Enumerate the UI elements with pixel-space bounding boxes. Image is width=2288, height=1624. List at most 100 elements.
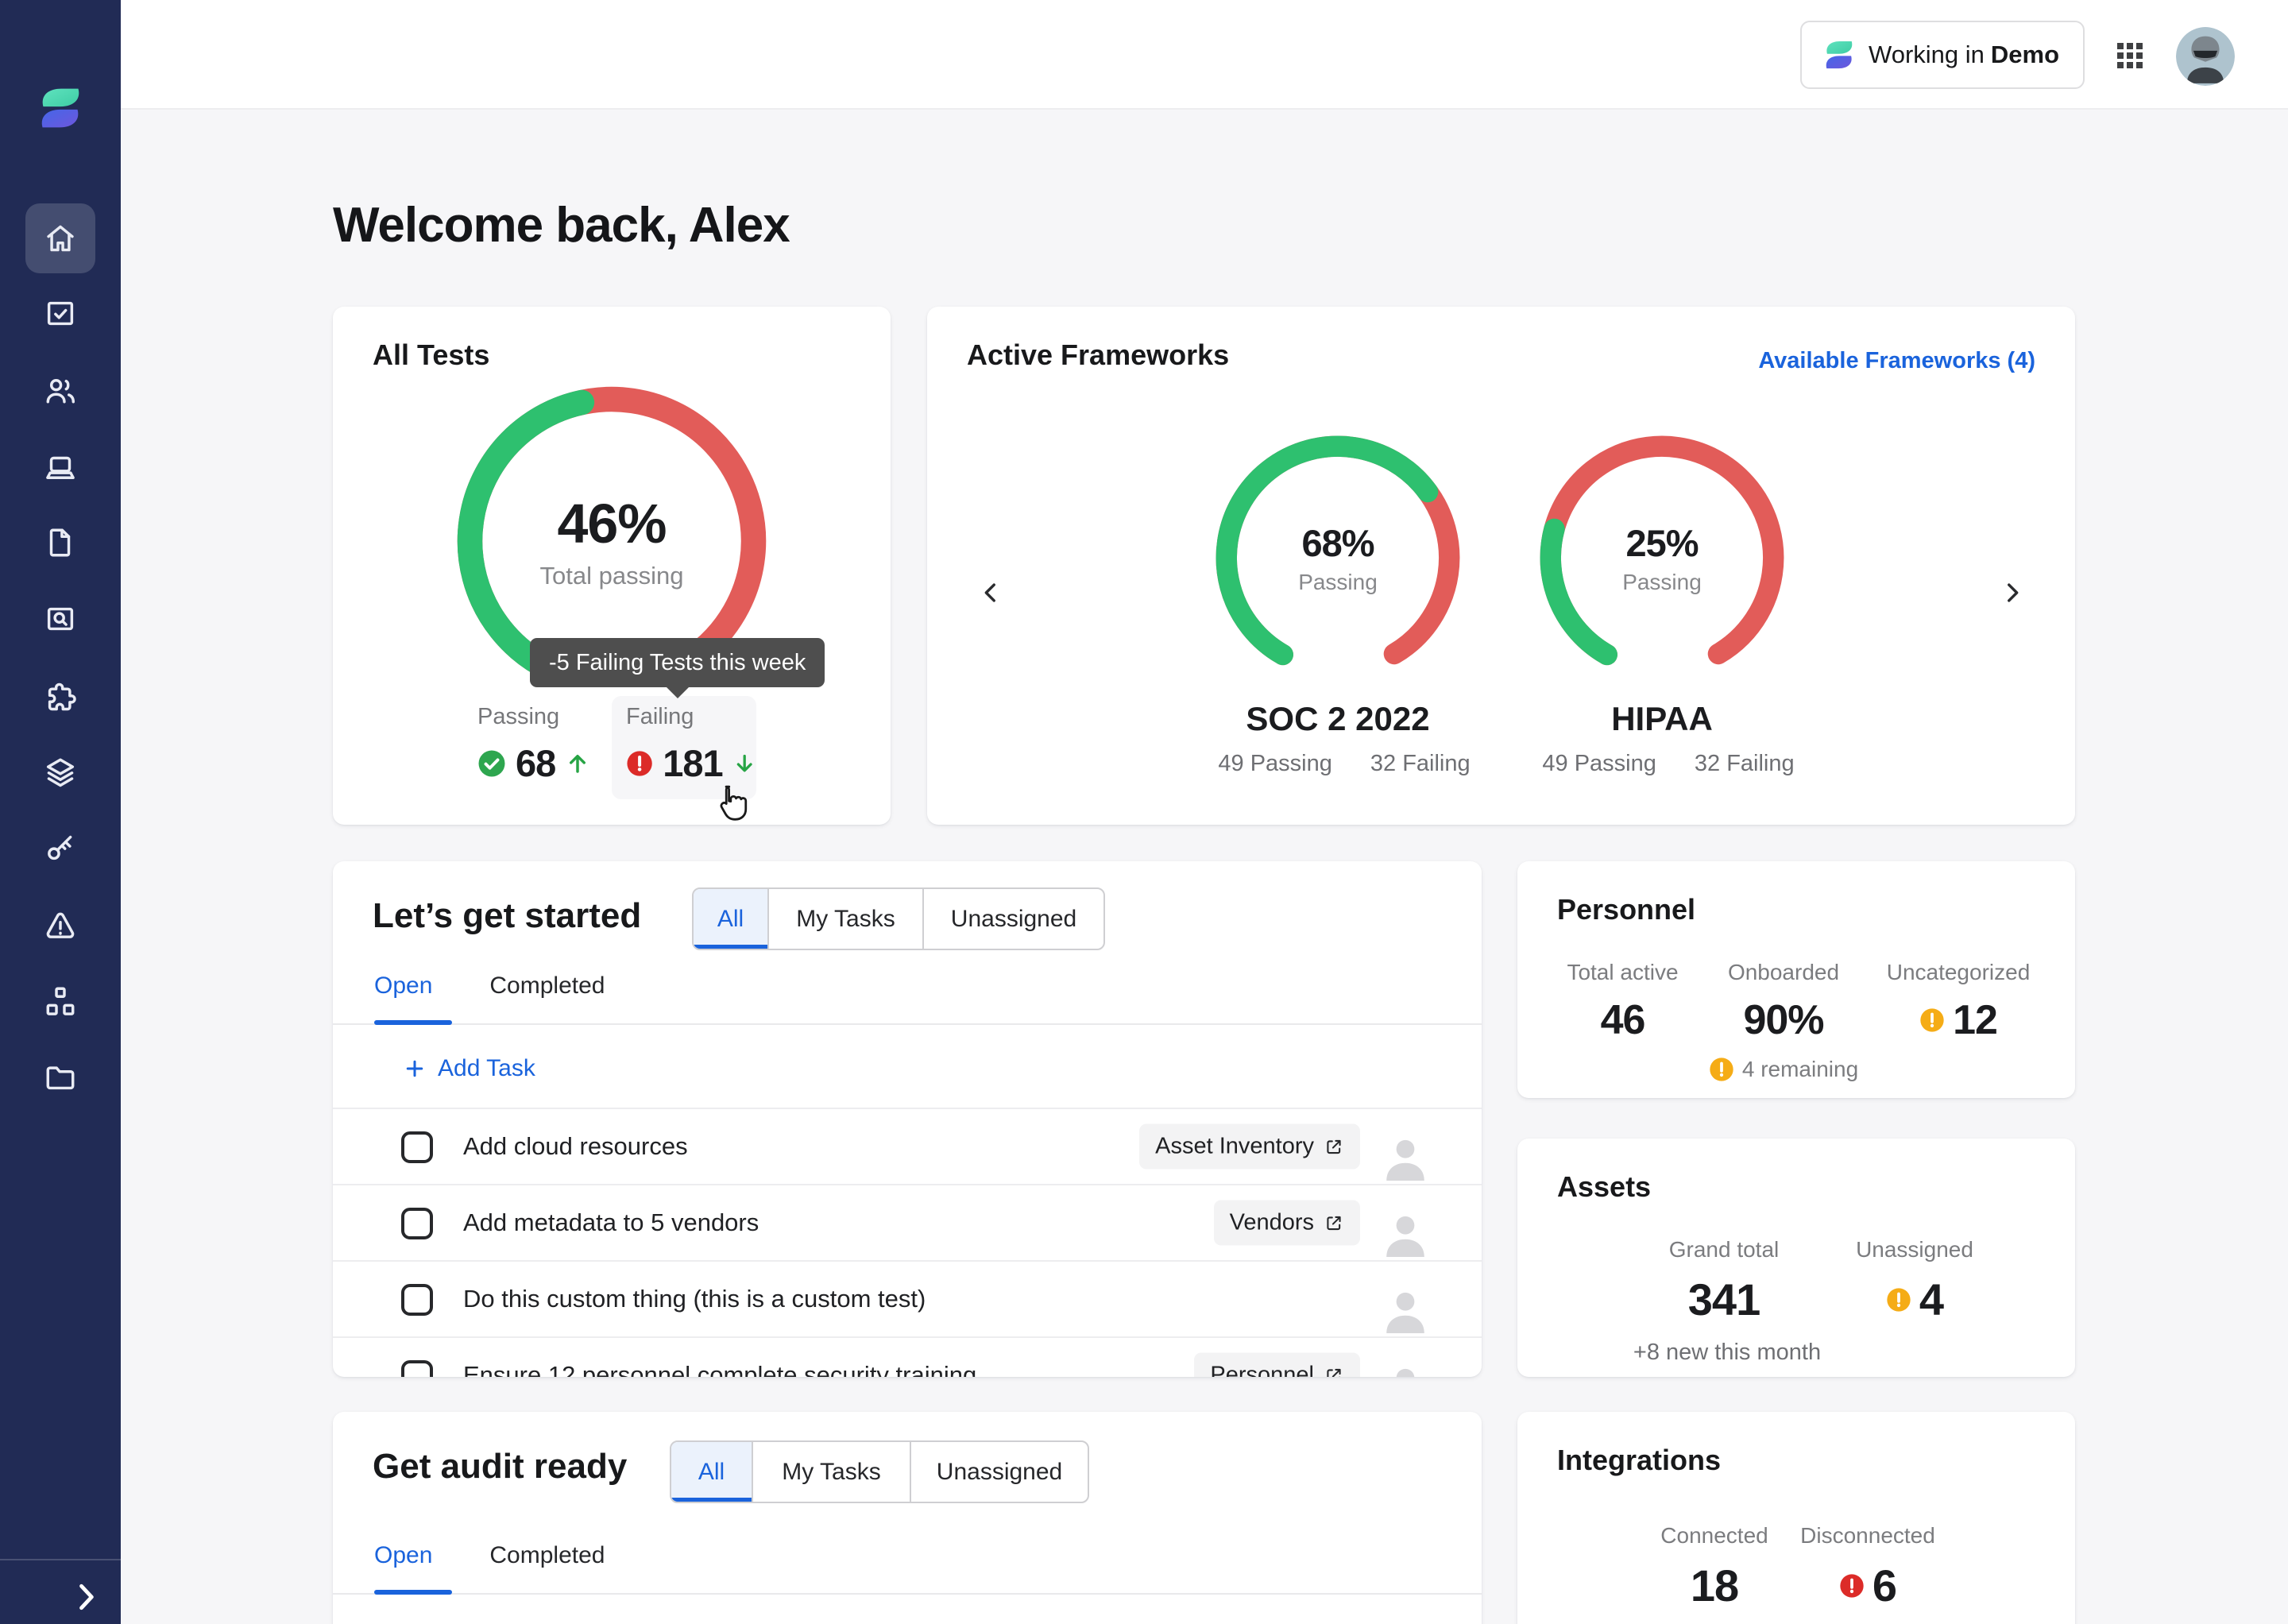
sidebar xyxy=(0,0,121,1624)
task-row: Ensure 12 personnel complete security tr… xyxy=(333,1336,1482,1377)
assignee-avatar[interactable] xyxy=(1381,1190,1430,1257)
task-row: Do this custom thing (this is a custom t… xyxy=(333,1260,1482,1336)
personnel-title: Personnel xyxy=(1557,893,1695,926)
assets-title: Assets xyxy=(1557,1170,1651,1204)
tab-completed[interactable]: Completed xyxy=(489,1542,605,1569)
assets-card: Assets Grand total 341 +8 new this month… xyxy=(1517,1139,2075,1377)
task-checkbox[interactable] xyxy=(401,1284,433,1316)
task-checkbox[interactable] xyxy=(401,1360,433,1377)
assets-trend: +8 new this month xyxy=(1637,1340,1811,1366)
add-task-button[interactable]: Add Task xyxy=(403,1055,535,1082)
filter-all[interactable]: All xyxy=(671,1442,752,1502)
audit-filter: All My Tasks Unassigned xyxy=(670,1440,1089,1503)
sidebar-item-access[interactable] xyxy=(25,813,95,883)
tab-completed[interactable]: Completed xyxy=(489,972,605,1000)
sidebar-item-home[interactable] xyxy=(25,203,95,273)
task-link-personnel[interactable]: Personnel xyxy=(1194,1353,1360,1378)
carousel-prev-button[interactable] xyxy=(973,570,1008,615)
assignee-avatar[interactable] xyxy=(1381,1343,1430,1377)
all-tests-title: All Tests xyxy=(373,338,489,372)
apps-grid-button[interactable] xyxy=(2116,41,2144,70)
warning-circle-icon xyxy=(1886,1287,1911,1313)
key-icon xyxy=(42,829,79,866)
external-link-icon xyxy=(1324,1136,1344,1157)
personnel-card: Personnel Total active 46 Onboarded 90% … xyxy=(1517,861,2075,1098)
sidebar-divider xyxy=(0,1559,121,1560)
warning-triangle-icon xyxy=(42,907,79,944)
filter-unassigned[interactable]: Unassigned xyxy=(922,889,1103,949)
divider xyxy=(333,1593,1482,1595)
checkbox-icon xyxy=(42,296,79,332)
home-icon xyxy=(42,220,79,257)
task-checkbox[interactable] xyxy=(401,1208,433,1239)
active-tab-underline xyxy=(374,1020,452,1025)
tab-open[interactable]: Open xyxy=(374,1542,432,1569)
integrations-disconnected: Disconnected 6 xyxy=(1792,1523,1943,1611)
plus-icon xyxy=(403,1057,427,1081)
sidebar-item-risk[interactable] xyxy=(25,891,95,961)
all-tests-card: All Tests 46% Total passing -5 Failing T… xyxy=(333,307,891,825)
topbar: Working inDemo xyxy=(121,0,2288,110)
sidebar-item-frameworks[interactable] xyxy=(25,737,95,807)
available-frameworks-link[interactable]: Available Frameworks (4) xyxy=(1758,348,2035,374)
integrations-title: Integrations xyxy=(1557,1444,1721,1477)
get-started-filter: All My Tasks Unassigned xyxy=(692,887,1105,950)
framework-stats: 49 Passing 32 Failing xyxy=(1207,751,1469,777)
folder-icon xyxy=(42,1059,79,1096)
assignee-avatar[interactable] xyxy=(1381,1266,1430,1333)
integrations-card: Integrations Connected 18 Disconnected 6 xyxy=(1517,1412,2075,1624)
filter-my-tasks[interactable]: My Tasks xyxy=(767,889,922,949)
integrations-connected: Connected 18 xyxy=(1635,1523,1794,1611)
external-link-icon xyxy=(1324,1212,1344,1233)
page-title: Welcome back, Alex xyxy=(333,197,790,253)
task-row: Add cloud resources Asset Inventory xyxy=(333,1108,1482,1184)
divider xyxy=(333,1023,1482,1025)
assignee-avatar[interactable] xyxy=(1381,1114,1430,1181)
soc2-gauge xyxy=(1207,427,1469,689)
laptop-icon xyxy=(42,449,79,485)
sidebar-item-personnel[interactable] xyxy=(25,356,95,426)
active-tab-underline xyxy=(374,1590,452,1595)
task-link-asset-inventory[interactable]: Asset Inventory xyxy=(1139,1124,1360,1170)
secureframe-logo xyxy=(37,83,84,133)
sidebar-item-evidence[interactable] xyxy=(25,584,95,654)
failing-stat[interactable]: Failing 181 xyxy=(612,696,756,799)
audit-ready-card: Get audit ready All My Tasks Unassigned … xyxy=(333,1412,1482,1624)
task-row: Add metadata to 5 vendors Vendors xyxy=(333,1184,1482,1260)
sidebar-item-devices[interactable] xyxy=(25,432,95,502)
filter-my-tasks[interactable]: My Tasks xyxy=(752,1442,910,1502)
tab-open[interactable]: Open xyxy=(374,972,432,1000)
sidebar-expand-button[interactable] xyxy=(68,1580,103,1614)
personnel-uncategorized: Uncategorized 12 xyxy=(1879,960,2038,1044)
get-started-card: Let’s get started All My Tasks Unassigne… xyxy=(333,861,1482,1377)
sidebar-item-documents[interactable] xyxy=(25,1042,95,1112)
active-frameworks-title: Active Frameworks xyxy=(967,338,1229,372)
assets-unassigned: Unassigned 4 xyxy=(1835,1237,1994,1325)
chevron-right-icon xyxy=(68,1580,103,1614)
audit-tabs: Open Completed xyxy=(374,1542,605,1569)
user-avatar[interactable] xyxy=(2176,27,2235,86)
chevron-right-icon xyxy=(1999,579,2026,606)
workspace-switcher-button[interactable]: Working inDemo xyxy=(1800,21,2085,89)
framework-hipaa[interactable]: 25% Passing HIPAA 49 Passing 32 Failing xyxy=(1531,427,1793,777)
audit-ready-title: Get audit ready xyxy=(373,1447,627,1487)
framework-soc2[interactable]: 68% Passing SOC 2 2022 49 Passing 32 Fai… xyxy=(1207,427,1469,777)
puzzle-icon xyxy=(42,678,79,714)
task-link-vendors[interactable]: Vendors xyxy=(1214,1201,1360,1246)
get-started-title: Let’s get started xyxy=(373,896,641,936)
passing-stat[interactable]: Passing 68 xyxy=(477,704,590,785)
filter-all[interactable]: All xyxy=(694,889,767,949)
sidebar-item-integrations[interactable] xyxy=(25,661,95,731)
check-circle-icon xyxy=(477,749,506,778)
personnel-onboarded: Onboarded 90% 4 remaining xyxy=(1708,960,1859,1082)
carousel-next-button[interactable] xyxy=(1995,570,2030,615)
filter-unassigned[interactable]: Unassigned xyxy=(910,1442,1088,1502)
sidebar-item-company[interactable] xyxy=(25,966,95,1036)
sidebar-item-policies[interactable] xyxy=(25,508,95,578)
workspace-label: Working inDemo xyxy=(1869,41,2059,69)
trend-down-icon xyxy=(732,751,756,776)
task-checkbox[interactable] xyxy=(401,1131,433,1163)
sidebar-item-tests[interactable] xyxy=(25,279,95,349)
search-frame-icon xyxy=(42,601,79,637)
avatar-image xyxy=(2176,27,2235,86)
